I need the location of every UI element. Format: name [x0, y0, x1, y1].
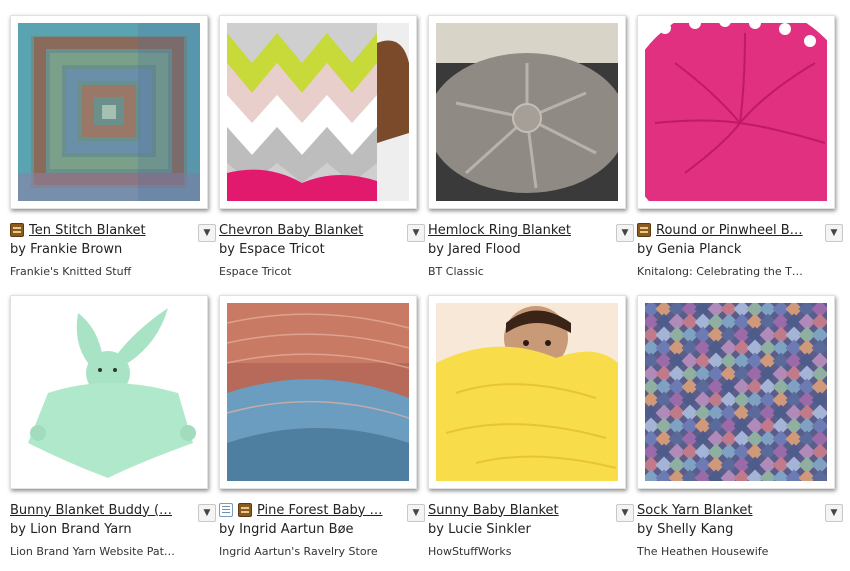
- pattern-author[interactable]: by Genia Planck: [637, 242, 741, 257]
- pattern-photo[interactable]: [428, 295, 626, 489]
- pine-forest-baby-blanket-image: [227, 303, 409, 481]
- pattern-title-link[interactable]: Pine Forest Baby …: [257, 503, 417, 518]
- book-icon: [238, 503, 252, 517]
- hemlock-ring-blanket-image: [436, 23, 618, 201]
- pattern-title-link[interactable]: Sunny Baby Blanket: [428, 503, 626, 518]
- pinwheel-blanket-image: [645, 23, 827, 201]
- chevron-down-icon: ▼: [621, 507, 629, 518]
- sunny-baby-blanket-image: [436, 303, 618, 481]
- pattern-author[interactable]: by Frankie Brown: [10, 242, 122, 257]
- chevron-down-icon: ▼: [621, 227, 629, 238]
- pattern-source[interactable]: Frankie's Knitted Stuff: [10, 265, 182, 278]
- pattern-author[interactable]: by Jared Flood: [428, 242, 521, 257]
- pattern-photo[interactable]: [10, 15, 208, 209]
- pattern-title-link[interactable]: Chevron Baby Blanket: [219, 223, 417, 238]
- page-icon: [219, 503, 233, 517]
- dropdown-button[interactable]: ▼: [616, 224, 634, 242]
- dropdown-button[interactable]: ▼: [198, 224, 216, 242]
- chevron-down-icon: ▼: [412, 507, 420, 518]
- pattern-author[interactable]: by Shelly Kang: [637, 522, 733, 537]
- chevron-down-icon: ▼: [830, 507, 838, 518]
- pattern-title-link[interactable]: Ten Stitch Blanket: [29, 223, 208, 238]
- pattern-photo[interactable]: [219, 15, 417, 209]
- pattern-source[interactable]: Ingrid Aartun's Ravelry Store: [219, 545, 391, 558]
- chevron-baby-blanket-image: [227, 23, 409, 201]
- pattern-author[interactable]: by Espace Tricot: [219, 242, 325, 257]
- chevron-down-icon: ▼: [203, 227, 211, 238]
- dropdown-button[interactable]: ▼: [198, 504, 216, 522]
- dropdown-button[interactable]: ▼: [407, 504, 425, 522]
- chevron-down-icon: ▼: [203, 507, 211, 518]
- pattern-author[interactable]: by Lion Brand Yarn: [10, 522, 132, 537]
- pattern-photo[interactable]: [428, 15, 626, 209]
- pattern-author[interactable]: by Ingrid Aartun Bøe: [219, 522, 354, 537]
- pattern-photo[interactable]: [219, 295, 417, 489]
- dropdown-button[interactable]: ▼: [825, 224, 843, 242]
- sock-yarn-blanket-image: [645, 303, 827, 481]
- pattern-photo[interactable]: [10, 295, 208, 489]
- book-icon: [10, 223, 24, 237]
- pattern-author[interactable]: by Lucie Sinkler: [428, 522, 531, 537]
- pattern-title-link[interactable]: Hemlock Ring Blanket: [428, 223, 626, 238]
- pattern-photo[interactable]: [637, 295, 835, 489]
- chevron-down-icon: ▼: [830, 227, 838, 238]
- pattern-title-link[interactable]: Sock Yarn Blanket: [637, 503, 835, 518]
- bunny-blanket-buddy-image: [18, 303, 200, 481]
- pattern-source[interactable]: HowStuffWorks: [428, 545, 600, 558]
- dropdown-button[interactable]: ▼: [616, 504, 634, 522]
- pattern-title-link[interactable]: Round or Pinwheel B…: [656, 223, 835, 238]
- pattern-source[interactable]: Espace Tricot: [219, 265, 391, 278]
- pattern-title-link[interactable]: Bunny Blanket Buddy (…: [10, 503, 208, 518]
- book-icon: [637, 223, 651, 237]
- pattern-photo[interactable]: [637, 15, 835, 209]
- dropdown-button[interactable]: ▼: [825, 504, 843, 522]
- pattern-source[interactable]: The Heathen Housewife: [637, 545, 809, 558]
- chevron-down-icon: ▼: [412, 227, 420, 238]
- ten-stitch-blanket-image: [18, 23, 200, 201]
- pattern-source[interactable]: Knitalong: Celebrating the T…: [637, 265, 809, 278]
- dropdown-button[interactable]: ▼: [407, 224, 425, 242]
- pattern-source[interactable]: BT Classic: [428, 265, 600, 278]
- pattern-source[interactable]: Lion Brand Yarn Website Pat…: [10, 545, 182, 558]
